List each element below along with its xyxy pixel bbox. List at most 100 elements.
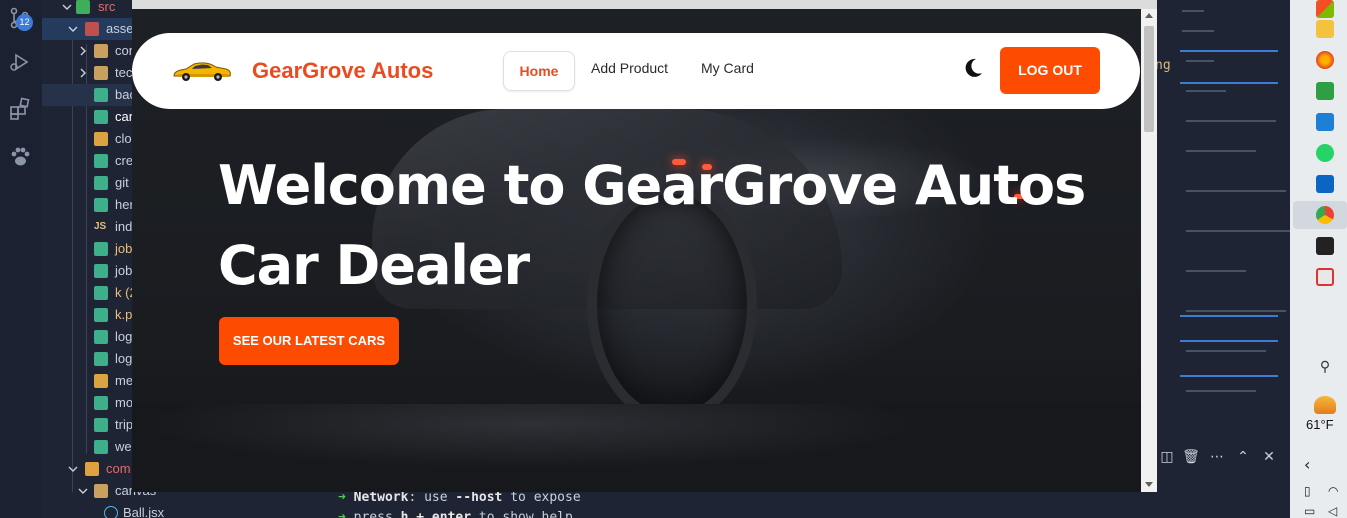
folder-icon bbox=[94, 44, 108, 58]
react-file-icon bbox=[104, 506, 118, 518]
tree-label: job bbox=[115, 241, 133, 256]
logo-car-icon[interactable] bbox=[172, 60, 232, 84]
terminal-app-icon[interactable] bbox=[1316, 237, 1334, 255]
speaker-icon[interactable]: ◁ bbox=[1328, 504, 1346, 518]
nav-add-product-link[interactable]: Add Product bbox=[591, 60, 668, 76]
whatsapp-icon[interactable] bbox=[1316, 144, 1334, 162]
hero-title: Welcome to GearGrove Autos Car Dealer bbox=[218, 146, 1118, 306]
app-icon[interactable] bbox=[1316, 268, 1334, 286]
scroll-thumb[interactable] bbox=[1144, 26, 1154, 132]
terminal-text: to expose bbox=[502, 490, 581, 505]
nav-home-link[interactable]: Home bbox=[503, 51, 575, 91]
printer-icon[interactable]: ▭ bbox=[1304, 504, 1322, 518]
close-icon[interactable]: ✕ bbox=[1260, 446, 1278, 468]
image-file-icon bbox=[94, 154, 108, 168]
tree-label: git bbox=[115, 175, 129, 190]
terminal-keyword: Network bbox=[353, 490, 409, 505]
image-file-icon bbox=[94, 308, 108, 322]
chevron-down-icon bbox=[68, 466, 78, 472]
scroll-up-arrow-icon[interactable] bbox=[1145, 13, 1153, 18]
image-file-icon bbox=[94, 198, 108, 212]
terminal-line: ➜ press h + enter to show help bbox=[338, 510, 573, 518]
tree-label: cor bbox=[115, 43, 134, 58]
tree-label: ind bbox=[115, 219, 133, 234]
terminal-text: press bbox=[353, 510, 401, 518]
phone-link-icon[interactable]: ▯ bbox=[1304, 482, 1322, 500]
folder-icon bbox=[76, 0, 90, 14]
chevron-down-icon bbox=[68, 26, 78, 32]
image-file-icon bbox=[94, 110, 108, 124]
windows-taskbar bbox=[1290, 0, 1347, 518]
folder-icon bbox=[94, 484, 108, 498]
chevron-left-icon[interactable]: ‹ bbox=[1304, 456, 1322, 474]
image-file-icon bbox=[94, 88, 108, 102]
trash-icon[interactable]: 🗑 bbox=[1182, 446, 1200, 468]
weather-icon[interactable] bbox=[1314, 396, 1336, 414]
vscode-icon[interactable] bbox=[1316, 113, 1334, 131]
tree-label: cre bbox=[115, 153, 134, 168]
wifi-icon[interactable]: ◠ bbox=[1328, 482, 1346, 500]
tree-label: Ball.jsx bbox=[123, 505, 165, 518]
split-panel-icon[interactable]: ◫ bbox=[1158, 446, 1176, 468]
tree-label: car bbox=[115, 109, 134, 124]
tree-label: trip bbox=[115, 417, 134, 432]
tree-label: job bbox=[115, 263, 133, 278]
folder-icon bbox=[85, 462, 99, 476]
mail-icon[interactable] bbox=[1316, 175, 1334, 193]
image-file-icon bbox=[94, 330, 108, 344]
run-debug-icon[interactable] bbox=[8, 50, 32, 74]
paw-extension-icon[interactable] bbox=[8, 145, 32, 169]
tree-label: src bbox=[98, 0, 116, 14]
more-icon[interactable]: ⋯ bbox=[1208, 446, 1226, 468]
green-app-icon[interactable] bbox=[1316, 82, 1334, 100]
terminal-key: h + enter bbox=[400, 510, 472, 518]
chevron-right-icon bbox=[80, 46, 86, 56]
terminal-line: ➜ Network: use --host to expose bbox=[338, 490, 581, 505]
chevron-right-icon bbox=[80, 68, 86, 78]
image-file-icon bbox=[94, 264, 108, 278]
js-file-icon: JS bbox=[94, 221, 107, 232]
weather-temperature[interactable]: 61°F bbox=[1306, 417, 1334, 432]
chrome-icon[interactable] bbox=[1316, 206, 1334, 224]
tree-label: k.p bbox=[115, 307, 133, 322]
terminal-flag: --host bbox=[455, 490, 503, 505]
tree-label: asse bbox=[106, 21, 134, 36]
terminal-text: : use bbox=[408, 490, 456, 505]
image-file-icon bbox=[94, 352, 108, 366]
code-fragment: ng bbox=[1155, 58, 1171, 73]
chevron-up-icon[interactable]: ⌃ bbox=[1234, 446, 1252, 468]
scroll-down-arrow-icon[interactable] bbox=[1145, 482, 1153, 487]
see-latest-cars-button[interactable]: SEE OUR LATEST CARS bbox=[219, 317, 399, 365]
hero-title-line: Car Dealer bbox=[218, 234, 530, 297]
tree-label: mo bbox=[115, 395, 134, 410]
scm-count-badge: 12 bbox=[16, 14, 33, 31]
tree-label: me bbox=[115, 373, 134, 388]
logout-button[interactable]: LOG OUT bbox=[1000, 47, 1100, 94]
nav-my-card-link[interactable]: My Card bbox=[701, 60, 754, 76]
tree-file-item[interactable]: Ball.jsx bbox=[42, 502, 300, 518]
hero-ground bbox=[132, 404, 1141, 492]
extensions-icon[interactable] bbox=[8, 97, 32, 121]
moon-icon[interactable] bbox=[962, 57, 984, 79]
people-icon[interactable]: ⚲ bbox=[1316, 358, 1334, 376]
image-file-icon bbox=[94, 286, 108, 300]
app-icon[interactable] bbox=[1316, 0, 1334, 18]
tree-label: her bbox=[115, 197, 134, 212]
image-file-icon bbox=[94, 418, 108, 432]
firefox-icon[interactable] bbox=[1316, 51, 1334, 69]
terminal-prompt-arrow: ➜ bbox=[338, 510, 346, 518]
tree-label: we bbox=[115, 439, 132, 454]
file-explorer-icon[interactable] bbox=[1316, 20, 1334, 38]
chevron-down-icon bbox=[62, 4, 72, 10]
terminal-prompt-arrow: ➜ bbox=[338, 490, 346, 505]
folder-icon bbox=[85, 22, 99, 36]
brand-name[interactable]: GearGrove Autos bbox=[252, 58, 433, 84]
chevron-down-icon bbox=[78, 488, 88, 494]
tree-label: tec bbox=[115, 65, 133, 80]
folder-icon bbox=[94, 66, 108, 80]
tree-label: com bbox=[106, 461, 131, 476]
image-file-icon bbox=[94, 176, 108, 190]
terminal-text: to show help bbox=[471, 510, 573, 518]
image-file-icon bbox=[94, 242, 108, 256]
hero-title-line: Welcome to GearGrove Autos bbox=[218, 154, 1086, 217]
